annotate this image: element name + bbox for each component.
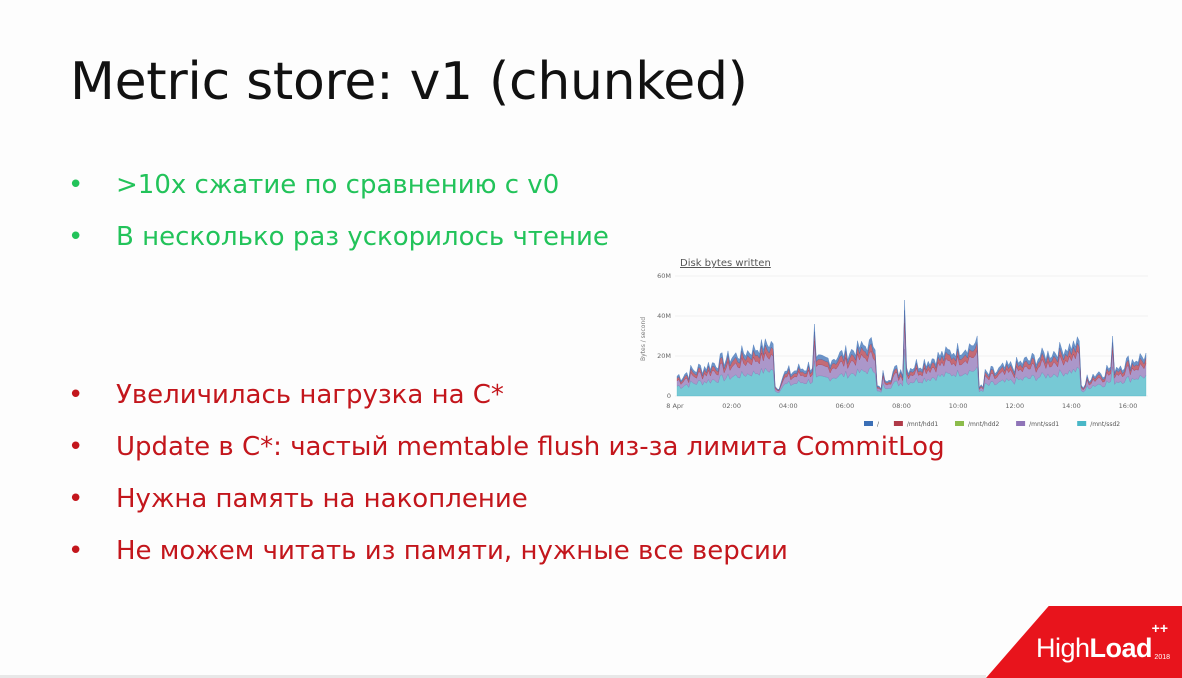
list-item: Не можем читать из памяти, нужные все ве… xyxy=(68,538,945,590)
y-tick-label: 0 xyxy=(667,392,671,400)
chart-yticks: 0 20M 40M 60M xyxy=(657,272,671,400)
x-tick-label: 04:00 xyxy=(779,402,798,410)
chart-legend: / /mnt/hdd1/mnt/hdd2/mnt/ssd1/mnt/ssd2 xyxy=(864,421,1120,428)
x-tick-label: 06:00 xyxy=(836,402,855,410)
chart-svg: Disk bytes written Bytes / second 0 20M 40… xyxy=(640,258,1148,428)
pros-list: >10x сжатие по сравнению с v0 В нескольк… xyxy=(68,172,609,276)
x-tick-label: 02:00 xyxy=(722,402,741,410)
legend-label: /mnt/hdd2 xyxy=(968,421,999,428)
list-item: Нужна память на накопление xyxy=(68,486,945,538)
chart-xticks: 8 Apr 02:00 04:00 06:00 08:00 10:00 12:00 14:00… xyxy=(666,402,1137,410)
x-tick-label: 12:00 xyxy=(1005,402,1024,410)
list-item: В несколько раз ускорилось чтение xyxy=(68,224,609,276)
x-tick-label: 8 Apr xyxy=(666,402,684,410)
legend-label: /mnt/hdd1 xyxy=(907,421,938,428)
chart-areas xyxy=(676,299,1147,397)
brand-bold: Load xyxy=(1089,633,1153,663)
slide: Metric store: v1 (chunked) >10x сжатие п… xyxy=(0,0,1182,678)
y-tick-label: 40M xyxy=(657,312,671,320)
x-tick-label: 10:00 xyxy=(949,402,968,410)
disk-bytes-chart: Disk bytes written Bytes / second 0 20M 40… xyxy=(640,256,1160,436)
y-tick-label: 20M xyxy=(657,352,671,360)
chart-title: Disk bytes written xyxy=(680,258,771,269)
list-item: Update в C*: частый memtable flush из-за… xyxy=(68,434,945,486)
chart-ylabel: Bytes / second xyxy=(640,317,647,361)
x-tick-label: 08:00 xyxy=(892,402,911,410)
legend-label: /mnt/ssd1 xyxy=(1029,421,1059,428)
x-tick-label: 14:00 xyxy=(1062,402,1081,410)
list-item: >10x сжатие по сравнению с v0 xyxy=(68,172,609,224)
brand-superscript: ++ xyxy=(1151,620,1168,636)
legend-label: /mnt/ssd2 xyxy=(1090,421,1120,428)
legend-swatch xyxy=(955,421,964,426)
legend-swatch xyxy=(1016,421,1026,426)
y-tick-label: 60M xyxy=(657,272,671,280)
x-tick-label: 16:00 xyxy=(1119,402,1138,410)
legend-label: / xyxy=(877,421,880,428)
highload-logo-text: HighLoad xyxy=(1035,633,1153,664)
legend-swatch xyxy=(893,421,903,426)
brand-light: High xyxy=(1035,633,1090,663)
legend-swatch xyxy=(864,421,873,426)
brand-year: 2018 xyxy=(1154,654,1170,661)
slide-title: Metric store: v1 (chunked) xyxy=(70,52,748,112)
legend-swatch xyxy=(1077,421,1087,426)
